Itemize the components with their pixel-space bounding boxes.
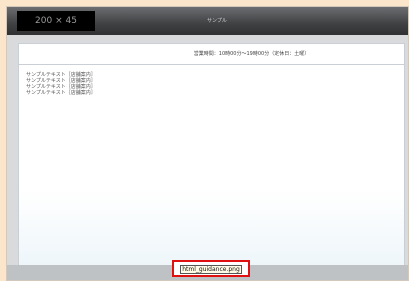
content-panel: 営業時間：10時00分～19時00分（定休日：土曜） サンプルテキスト［店舗案内… — [18, 43, 405, 268]
business-hours-bar: 営業時間：10時00分～19時00分（定休日：土曜） — [19, 44, 404, 65]
filename-label: html_guidance.png — [180, 265, 242, 274]
sample-text-list: サンプルテキスト［店舗案内］ サンプルテキスト［店舗案内］ サンプルテキスト［店… — [26, 72, 96, 96]
filename-highlight: html_guidance.png — [172, 260, 250, 277]
list-item: サンプルテキスト［店舗案内］ — [26, 90, 96, 96]
site-header: 200 × 45 サンプル — [7, 7, 408, 35]
page-frame: 200 × 45 サンプル 営業時間：10時00分～19時00分（定休日：土曜）… — [6, 6, 409, 281]
logo-placeholder: 200 × 45 — [17, 11, 95, 31]
site-title: サンプル — [207, 18, 227, 24]
